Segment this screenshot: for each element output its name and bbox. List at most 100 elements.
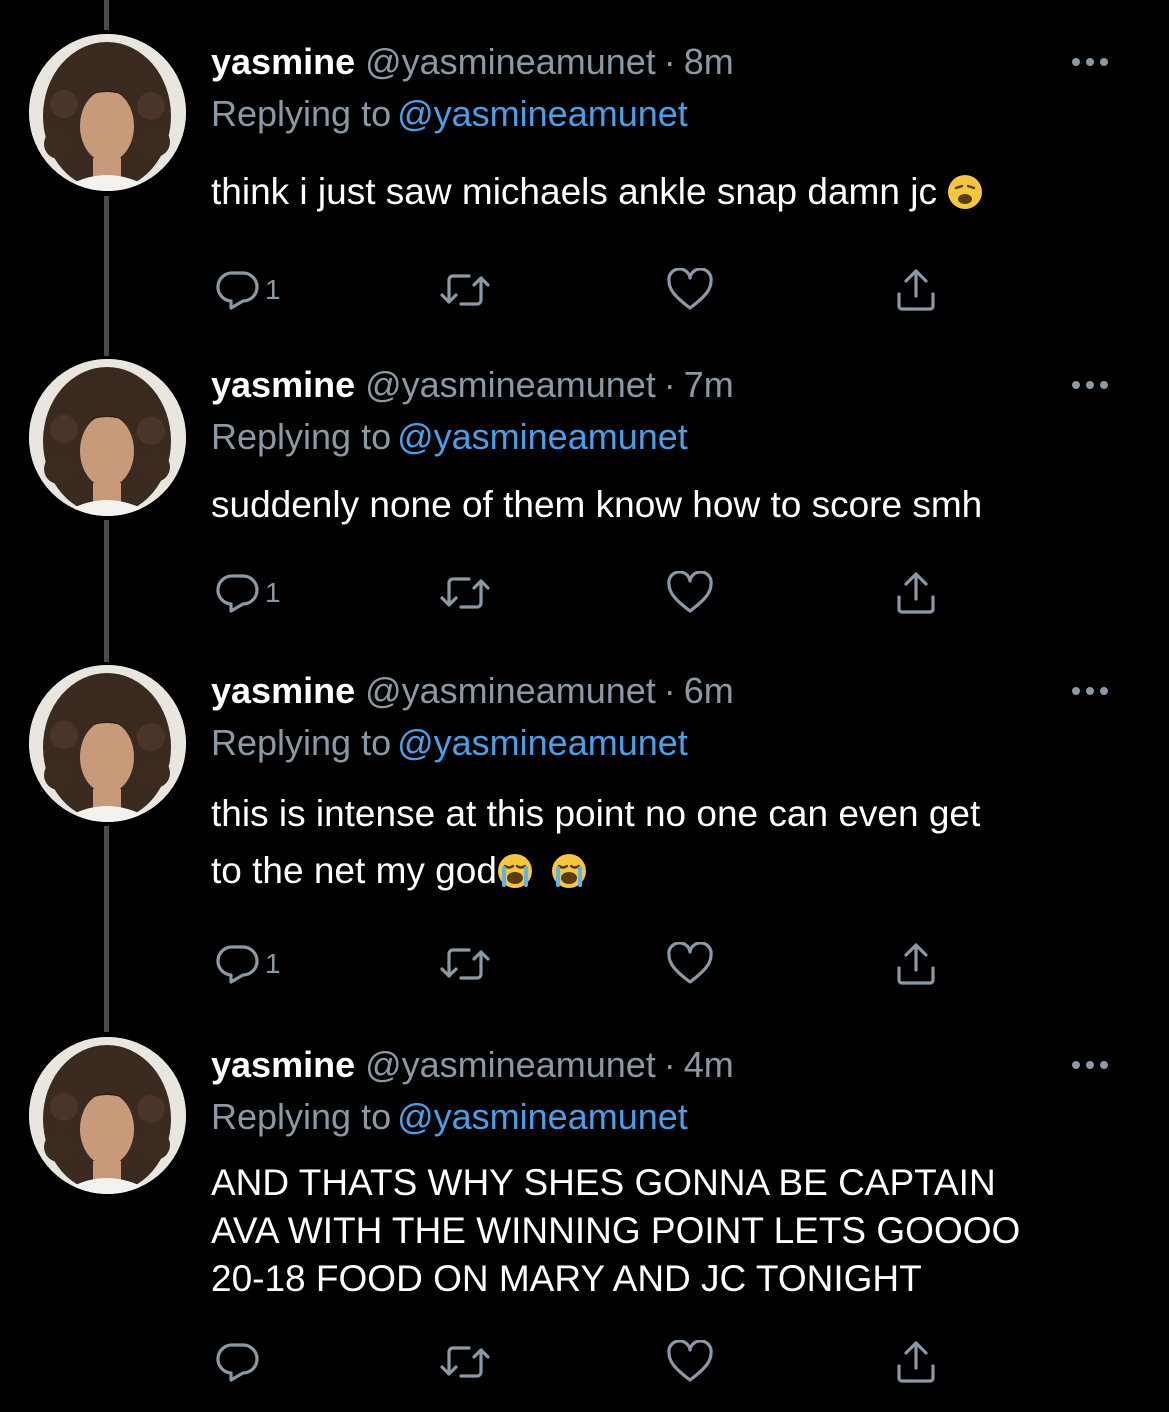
more-icon	[1072, 58, 1108, 66]
retweet-button[interactable]	[439, 568, 491, 618]
reply-button[interactable]: 1	[215, 568, 281, 618]
heart-icon	[667, 571, 713, 613]
retweet-icon	[440, 1346, 490, 1378]
replying-mention-link[interactable]: @yasmineamunet	[397, 93, 688, 134]
retweet-button[interactable]	[439, 265, 491, 315]
reply-icon	[216, 271, 259, 310]
avatar[interactable]	[29, 1037, 186, 1194]
thread-line	[104, 0, 109, 30]
display-name[interactable]: yasmine	[211, 364, 355, 405]
tweet-text: this is intense at this point no one can…	[211, 785, 1111, 899]
replying-prefix: Replying to	[211, 93, 392, 134]
share-button[interactable]	[893, 1337, 939, 1387]
timestamp[interactable]: 8m	[684, 41, 734, 82]
reply-count: 1	[265, 948, 281, 979]
more-options-button[interactable]	[1068, 375, 1112, 395]
more-icon	[1072, 381, 1108, 389]
share-icon	[897, 1341, 935, 1383]
tweet-header: yasmine @yasmineamunet · 8m	[211, 40, 734, 84]
retweet-icon	[440, 274, 490, 306]
avatar[interactable]	[29, 665, 186, 822]
loudly-crying-face-emoji	[552, 854, 587, 888]
replying-prefix: Replying to	[211, 416, 392, 457]
tweet-text-line: to the net my god	[211, 850, 497, 891]
tweet-actions: 1	[211, 568, 971, 618]
share-button[interactable]	[893, 568, 939, 618]
reply-button[interactable]: 1	[215, 265, 281, 315]
replying-to: Replying to @yasmineamunet	[211, 1095, 688, 1139]
tweet-text-line-wrap: to the net my god	[211, 842, 1111, 899]
retweet-icon	[440, 577, 490, 609]
share-button[interactable]	[893, 939, 939, 989]
heart-icon	[667, 1340, 713, 1382]
tweet-text: think i just saw michaels ankle snap dam…	[211, 166, 1111, 217]
tweet-text-line: think i just saw michaels ankle snap dam…	[211, 171, 937, 212]
heart-icon	[667, 268, 713, 310]
reply-icon	[216, 574, 259, 613]
tweet-text: AND THATS WHY SHES GONNA BE CAPTAIN AVA …	[211, 1159, 1111, 1303]
display-name[interactable]: yasmine	[211, 1044, 355, 1085]
retweet-button[interactable]	[439, 939, 491, 989]
replying-mention-link[interactable]: @yasmineamunet	[397, 1096, 688, 1137]
reply-count: 1	[265, 274, 281, 305]
heart-icon	[667, 942, 713, 984]
replying-prefix: Replying to	[211, 1096, 392, 1137]
share-icon	[897, 572, 935, 614]
more-icon	[1072, 1061, 1108, 1069]
timestamp[interactable]: 6m	[684, 670, 734, 711]
tweet[interactable]: yasmine @yasmineamunet · 7m Replying to @yas…	[0, 359, 1169, 663]
reply-count: 1	[265, 577, 281, 608]
reply-button[interactable]: 1	[215, 939, 281, 989]
more-options-button[interactable]	[1068, 52, 1112, 72]
replying-to: Replying to @yasmineamunet	[211, 721, 688, 765]
reply-icon	[216, 945, 259, 984]
like-button[interactable]	[666, 265, 714, 315]
tweet-header: yasmine @yasmineamunet · 4m	[211, 1043, 734, 1087]
display-name[interactable]: yasmine	[211, 670, 355, 711]
separator-dot: ·	[663, 364, 676, 405]
tweet-header: yasmine @yasmineamunet · 6m	[211, 669, 734, 713]
more-options-button[interactable]	[1068, 1055, 1112, 1075]
tweet-text: suddenly none of them know how to score …	[211, 479, 1111, 530]
tweet-actions	[211, 1337, 971, 1387]
tweet-text-line: AVA WITH THE WINNING POINT LETS GOOOO	[211, 1210, 1021, 1251]
tweet-header: yasmine @yasmineamunet · 7m	[211, 363, 734, 407]
display-name[interactable]: yasmine	[211, 41, 355, 82]
reply-icon	[216, 1343, 259, 1382]
reply-button[interactable]	[215, 1337, 265, 1387]
share-icon	[897, 943, 935, 985]
avatar[interactable]	[29, 359, 186, 516]
like-button[interactable]	[666, 568, 714, 618]
separator-dot: ·	[663, 1044, 676, 1085]
replying-mention-link[interactable]: @yasmineamunet	[397, 416, 688, 457]
tweet[interactable]: yasmine @yasmineamunet · 8m Replying to @yas…	[0, 34, 1169, 340]
weary-face-emoji	[948, 175, 983, 209]
timestamp[interactable]: 7m	[684, 364, 734, 405]
tweet-actions: 1	[211, 939, 971, 989]
replying-prefix: Replying to	[211, 722, 392, 763]
retweet-icon	[440, 948, 490, 980]
tweet[interactable]: yasmine @yasmineamunet · 4m Replying to @yas…	[0, 1037, 1169, 1412]
replying-to: Replying to @yasmineamunet	[211, 415, 688, 459]
like-button[interactable]	[666, 939, 714, 989]
handle[interactable]: @yasmineamunet	[365, 670, 656, 711]
timestamp[interactable]: 4m	[684, 1044, 734, 1085]
handle[interactable]: @yasmineamunet	[365, 41, 656, 82]
avatar[interactable]	[29, 34, 186, 191]
share-button[interactable]	[893, 265, 939, 315]
replying-mention-link[interactable]: @yasmineamunet	[397, 722, 688, 763]
handle[interactable]: @yasmineamunet	[365, 1044, 656, 1085]
more-options-button[interactable]	[1068, 681, 1112, 701]
handle[interactable]: @yasmineamunet	[365, 364, 656, 405]
tweet-text-line: suddenly none of them know how to score …	[211, 484, 983, 525]
retweet-button[interactable]	[439, 1337, 491, 1387]
tweet[interactable]: yasmine @yasmineamunet · 6m Replying to @yas…	[0, 665, 1169, 1029]
tweet-text-line: 20-18 FOOD ON MARY AND JC TONIGHT	[211, 1258, 922, 1299]
loudly-crying-face-emoji	[497, 854, 532, 888]
separator-dot: ·	[663, 670, 676, 711]
like-button[interactable]	[666, 1337, 714, 1387]
tweet-actions: 1	[211, 265, 971, 315]
more-icon	[1072, 687, 1108, 695]
tweet-text-line: this is intense at this point no one can…	[211, 793, 981, 834]
tweet-text-line: AND THATS WHY SHES GONNA BE CAPTAIN	[211, 1162, 996, 1203]
